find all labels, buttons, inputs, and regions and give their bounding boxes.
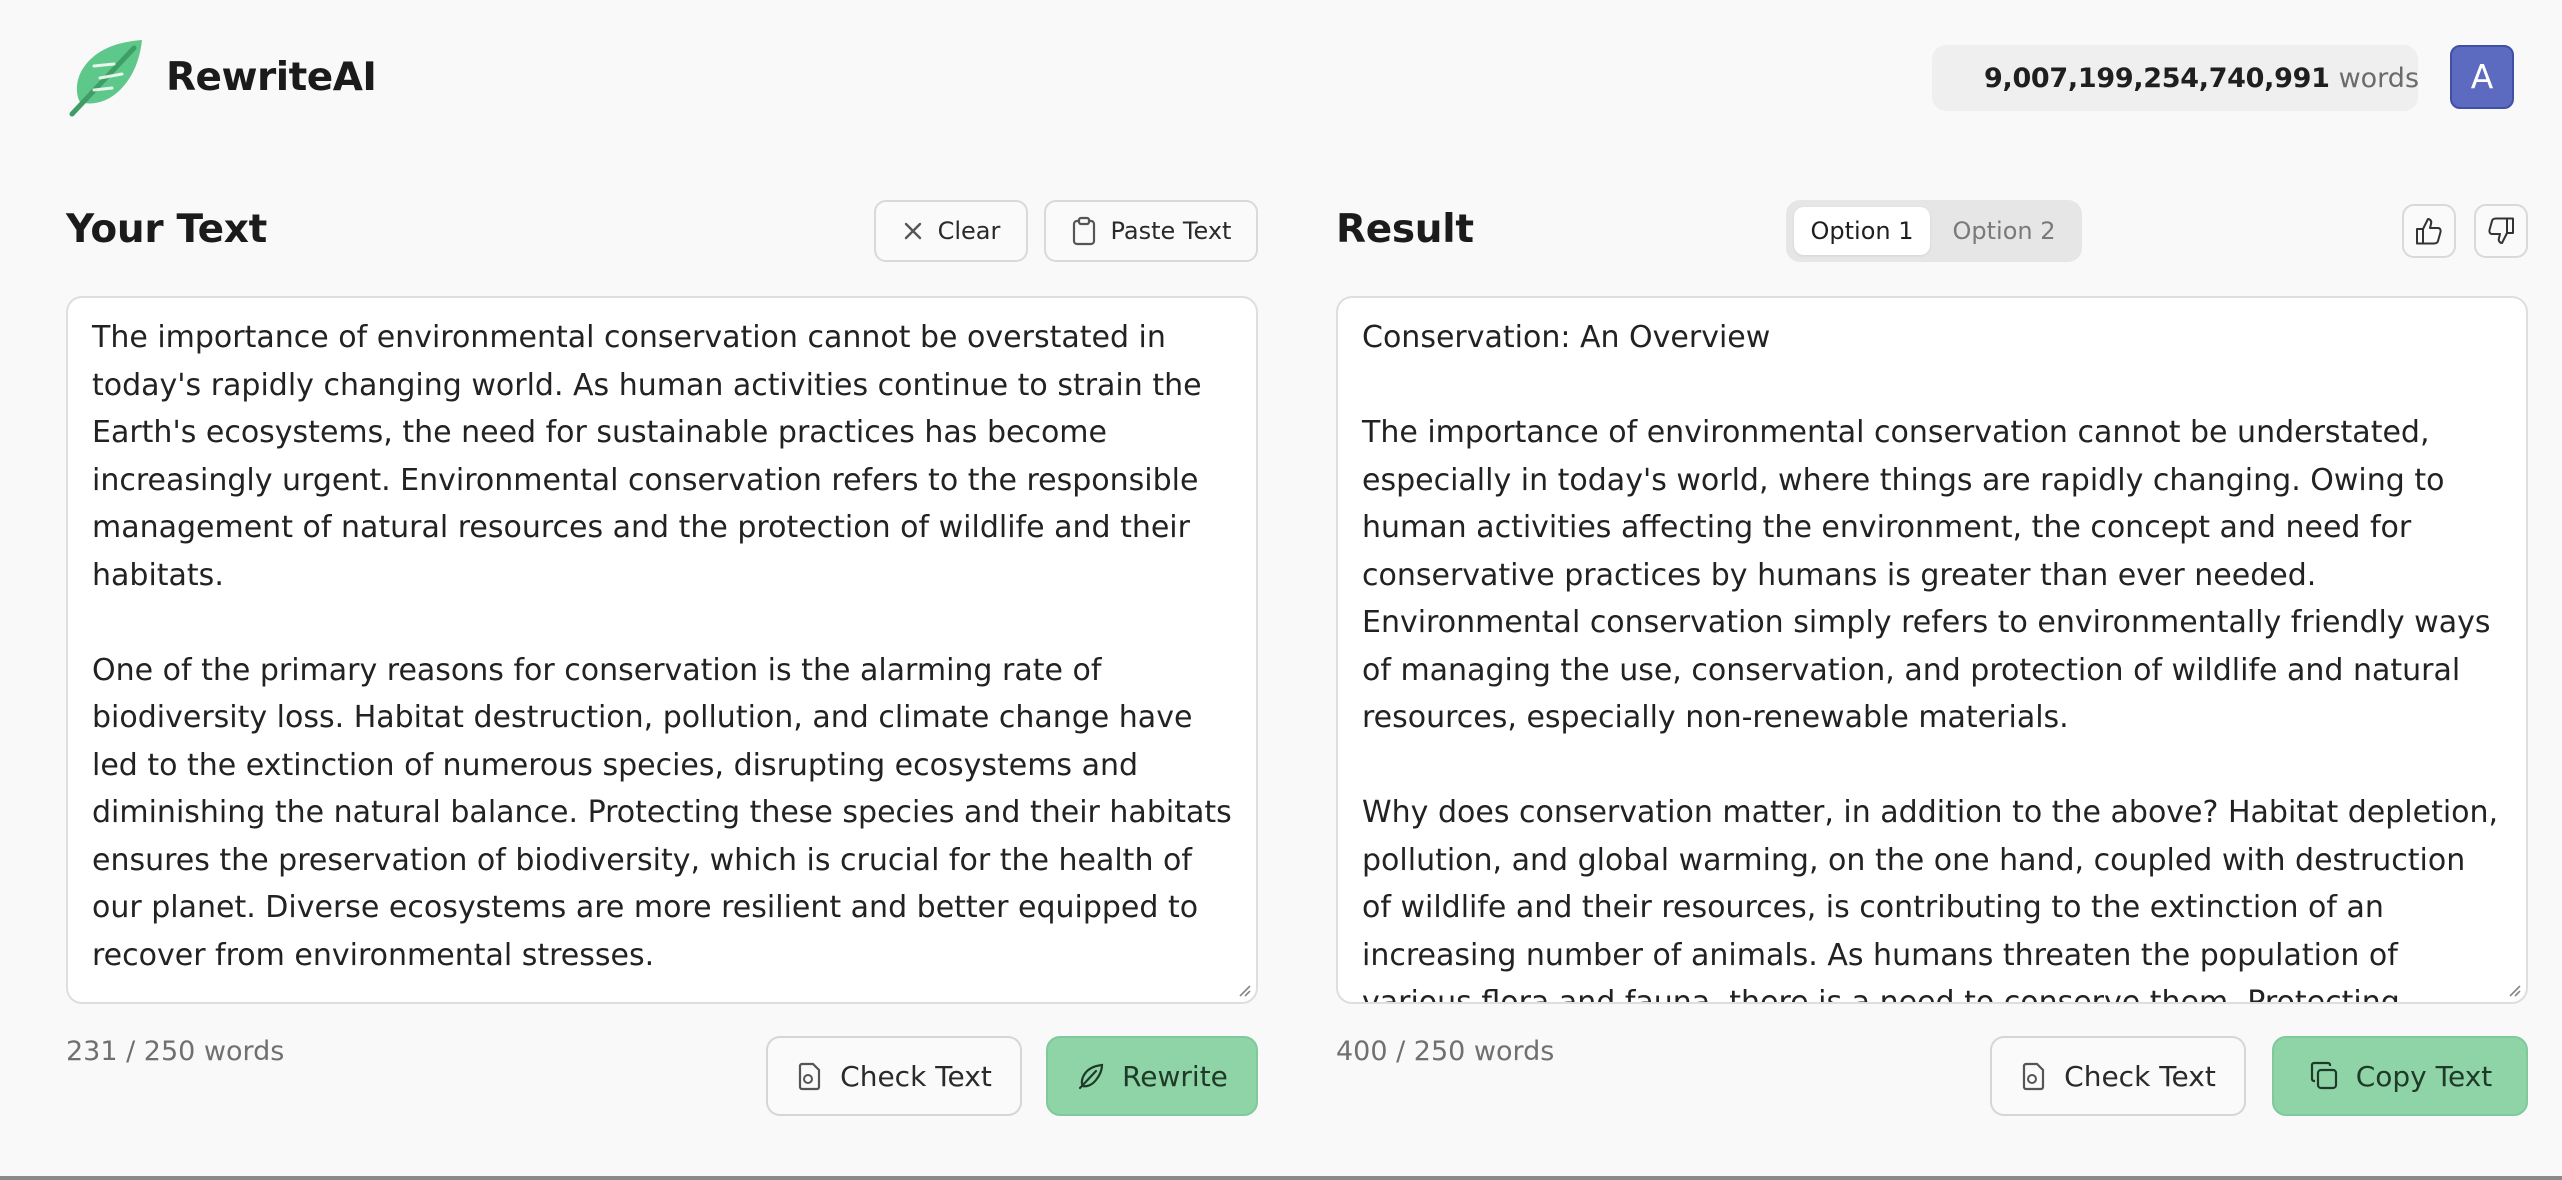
result-check-text-button[interactable]: Check Text [1990, 1036, 2246, 1116]
user-avatar[interactable]: A [2450, 45, 2514, 109]
result-panel-title: Result [1336, 207, 1474, 252]
paste-text-button[interactable]: Paste Text [1044, 200, 1258, 262]
option-1-tab[interactable]: Option 1 [1794, 207, 1930, 255]
check-text-button[interactable]: Check Text [766, 1036, 1022, 1116]
rewrite-button-label: Rewrite [1122, 1059, 1228, 1093]
option-toggle: Option 1 Option 2 [1786, 200, 2082, 262]
copy-text-button[interactable]: Copy Text [2272, 1036, 2528, 1116]
bottom-divider [0, 1176, 2562, 1180]
document-check-icon [2023, 1062, 2045, 1091]
paste-text-button-label: Paste Text [1110, 217, 1232, 245]
thumbs-up-button[interactable] [2402, 204, 2456, 258]
close-icon [904, 222, 921, 240]
copy-text-button-label: Copy Text [2355, 1059, 2493, 1093]
input-paragraph: The importance of environmental conserva… [92, 320, 1202, 593]
result-word-count: 400 / 250 words [1336, 1036, 1555, 1067]
app-header: RewriteAI 9,007,199,254,740,991 words A [0, 0, 2562, 156]
result-textarea[interactable]: Conservation: An Overview The importance… [1336, 296, 2528, 1004]
thumbs-down-icon [2488, 217, 2514, 244]
clear-button-label: Clear [937, 217, 1001, 245]
input-word-count: 231 / 250 words [66, 1036, 285, 1067]
thumbs-down-button[interactable] [2474, 204, 2528, 258]
result-paragraph: The importance of environmental conserva… [1362, 415, 2491, 735]
option-2-tab[interactable]: Option 2 [1936, 207, 2072, 255]
check-text-button-label: Check Text [840, 1059, 992, 1093]
word-balance-unit: words [2338, 62, 2420, 94]
word-balance-count: 9,007,199,254,740,991 [1984, 62, 2330, 94]
clear-button[interactable]: Clear [874, 200, 1028, 262]
clipboard-icon [1072, 216, 1095, 246]
resize-handle-icon[interactable] [1234, 980, 1252, 998]
result-paragraph: Conservation: An Overview [1362, 320, 1771, 355]
document-check-icon [799, 1062, 821, 1091]
word-balance: 9,007,199,254,740,991 words [1932, 45, 2420, 111]
feather-pen-icon [1078, 1063, 1104, 1090]
input-paragraph: One of the primary reasons for conservat… [92, 652, 1232, 973]
resize-handle-icon[interactable] [2504, 980, 2522, 998]
rewrite-button[interactable]: Rewrite [1046, 1036, 1258, 1116]
brand-name: RewriteAI [166, 55, 377, 100]
thumbs-up-icon [2416, 218, 2442, 245]
input-panel-title: Your Text [66, 207, 268, 252]
result-check-text-button-label: Check Text [2064, 1059, 2216, 1093]
copy-icon [2310, 1061, 2337, 1090]
result-paragraph: Why does conservation matter, in additio… [1362, 795, 2499, 1004]
input-textarea[interactable]: The importance of environmental conserva… [66, 296, 1258, 1004]
feather-logo-icon [69, 40, 142, 117]
